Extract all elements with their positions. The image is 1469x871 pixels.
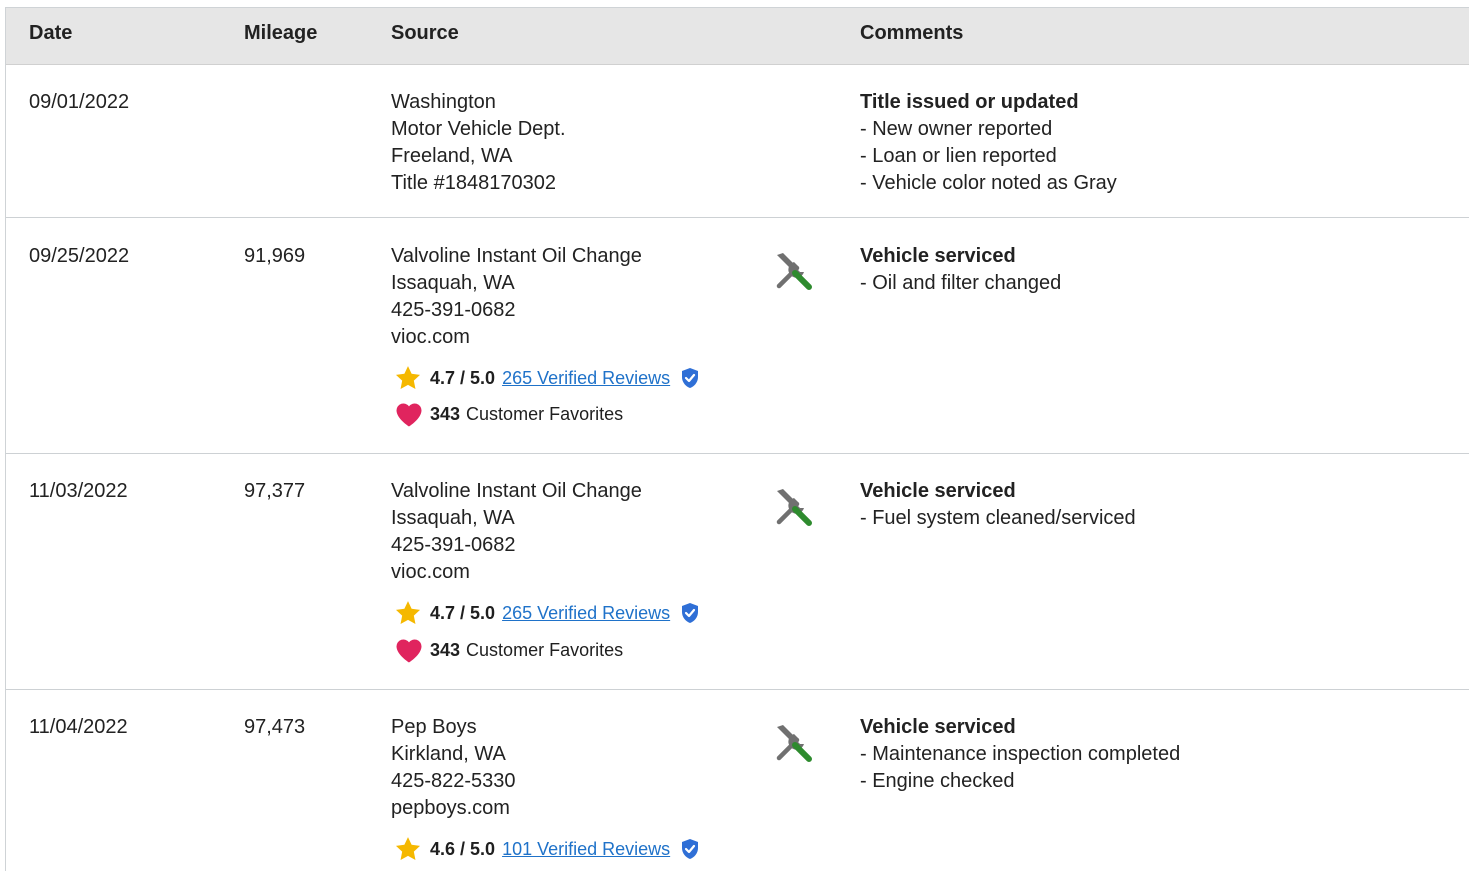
column-header-source: Source (391, 22, 459, 44)
source-line: vioc.com (391, 561, 470, 583)
record-date: 11/04/2022 (29, 716, 128, 738)
heart-icon (396, 403, 422, 427)
source-line: Freeland, WA (391, 145, 513, 167)
source-line: Pep Boys (391, 716, 477, 738)
rating-line: 4.6 / 5.0 101 Verified Reviews (394, 834, 700, 864)
record-source: Pep Boys Kirkland, WA 425-822-5330 pepbo… (391, 714, 516, 822)
rating-score: 4.7 / 5.0 (430, 367, 496, 388)
rating-line: 4.7 / 5.0 265 Verified Reviews (394, 598, 700, 628)
favorites-label: Customer Favorites (466, 403, 624, 424)
source-line: Kirkland, WA (391, 743, 506, 765)
comment-title: Title issued or updated (860, 91, 1079, 113)
table-row: 09/01/2022 Washington Motor Vehicle Dept… (6, 65, 1469, 218)
source-line: Title #1848170302 (391, 172, 556, 194)
favorites-line: 343 Customer Favorites (394, 635, 623, 665)
comment-bullet: - Fuel system cleaned/serviced (860, 507, 1136, 529)
source-line: 425-391-0682 (391, 299, 516, 321)
source-line: pepboys.com (391, 797, 510, 819)
wrench-screwdriver-icon (776, 725, 812, 762)
source-line: 425-391-0682 (391, 534, 516, 556)
source-line: Issaquah, WA (391, 507, 515, 529)
column-header-date: Date (29, 22, 73, 44)
vehicle-history-table: Date Mileage Source Comments 09/01/2022 … (5, 7, 1469, 871)
record-mileage: 97,473 (244, 716, 306, 738)
table-row: 09/25/2022 91,969 Valvoline Instant Oil … (6, 218, 1469, 454)
source-line: Issaquah, WA (391, 272, 515, 294)
record-date: 11/03/2022 (29, 480, 128, 502)
source-line: Valvoline Instant Oil Change (391, 245, 642, 267)
favorites-label: Customer Favorites (466, 639, 624, 660)
verified-reviews-link[interactable]: 265 Verified Reviews (502, 603, 670, 624)
comment-bullet: - Loan or lien reported (860, 145, 1057, 167)
record-source: Valvoline Instant Oil Change Issaquah, W… (391, 243, 642, 351)
record-mileage: 91,969 (244, 245, 306, 267)
comment-title: Vehicle serviced (860, 716, 1016, 738)
verified-reviews-link[interactable]: 265 Verified Reviews (502, 368, 670, 389)
source-line: 425-822-5330 (391, 770, 516, 792)
wrench-screwdriver-icon (776, 253, 812, 290)
comment-title: Vehicle serviced (860, 245, 1016, 267)
record-date: 09/01/2022 (29, 91, 130, 113)
favorites-count: 343 (430, 639, 461, 660)
favorites-line: 343 Customer Favorites (394, 399, 623, 429)
record-comments: Vehicle serviced - Maintenance inspectio… (860, 714, 1180, 795)
table-row: 11/04/2022 97,473 Pep Boys Kirkland, WA … (6, 690, 1469, 871)
source-line: Motor Vehicle Dept. (391, 118, 566, 140)
record-source: Washington Motor Vehicle Dept. Freeland,… (391, 89, 566, 197)
rating-score: 4.7 / 5.0 (430, 602, 496, 623)
column-header-mileage: Mileage (244, 22, 318, 44)
rating-line: 4.7 / 5.0 265 Verified Reviews (394, 363, 700, 393)
column-header-comments: Comments (860, 22, 964, 44)
comment-bullet: - Maintenance inspection completed (860, 743, 1181, 765)
verified-shield-icon (682, 603, 699, 623)
table-row: 11/03/2022 97,377 Valvoline Instant Oil … (6, 454, 1469, 690)
comment-bullet: - Engine checked (860, 770, 1015, 792)
record-comments: Title issued or updated - New owner repo… (860, 89, 1117, 197)
star-icon (395, 837, 421, 860)
rating-score: 4.6 / 5.0 (430, 838, 496, 859)
verified-shield-icon (682, 368, 699, 388)
star-icon (395, 601, 421, 624)
comment-bullet: - Vehicle color noted as Gray (860, 172, 1117, 194)
verified-reviews-link[interactable]: 101 Verified Reviews (502, 839, 670, 860)
comment-bullet: - Oil and filter changed (860, 272, 1062, 294)
source-line: Valvoline Instant Oil Change (391, 480, 642, 502)
record-mileage: 97,377 (244, 480, 306, 502)
record-source: Valvoline Instant Oil Change Issaquah, W… (391, 478, 642, 586)
favorites-count: 343 (430, 403, 461, 424)
source-line: Washington (391, 91, 496, 113)
record-date: 09/25/2022 (29, 245, 130, 267)
source-line: vioc.com (391, 326, 470, 348)
verified-shield-icon (682, 839, 699, 859)
wrench-screwdriver-icon (776, 489, 812, 526)
heart-icon (396, 639, 422, 663)
table-header: Date Mileage Source Comments (6, 8, 1469, 65)
record-comments: Vehicle serviced - Fuel system cleaned/s… (860, 478, 1136, 532)
star-icon (395, 366, 421, 389)
record-comments: Vehicle serviced - Oil and filter change… (860, 243, 1061, 297)
comment-bullet: - New owner reported (860, 118, 1053, 140)
comment-title: Vehicle serviced (860, 480, 1016, 502)
